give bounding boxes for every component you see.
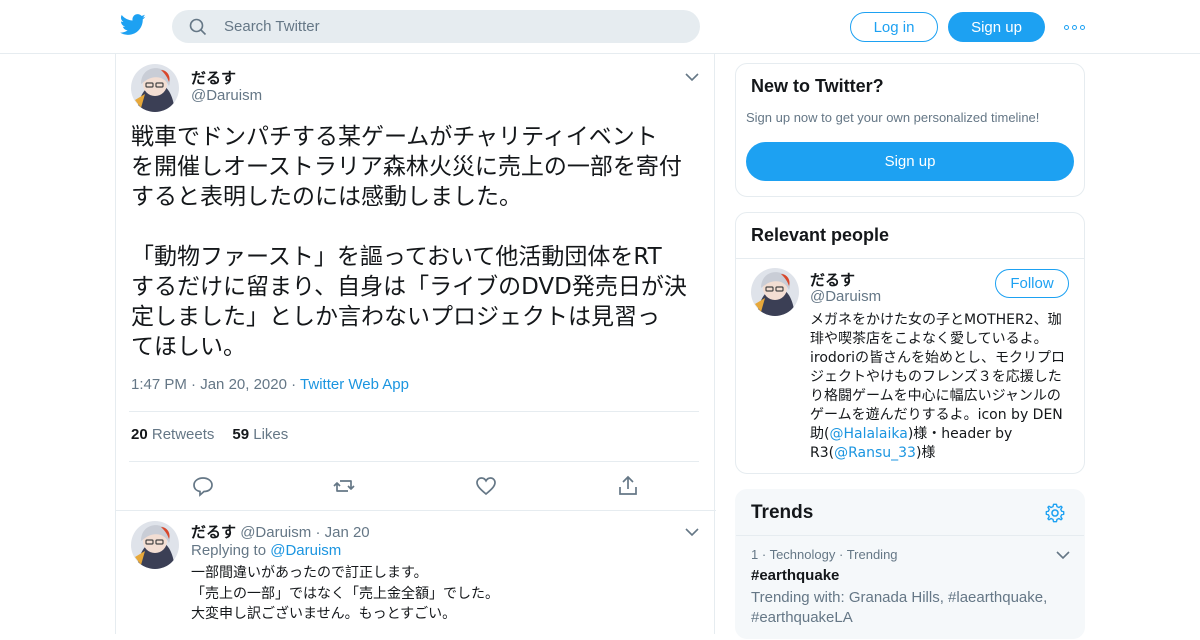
replying-to-link[interactable]: @Daruism <box>270 542 341 559</box>
trend-hashtag[interactable]: #earthquake <box>751 567 839 584</box>
main-column: だるす @Daruism 戦車でドンパチする某ゲームがチャリティイベント を開催… <box>115 54 716 634</box>
trend-rank: 1 <box>751 547 759 562</box>
tweet-author-handle[interactable]: @Daruism <box>191 87 262 104</box>
card-title: Relevant people <box>751 225 890 245</box>
likes-stat[interactable]: 59 Likes <box>232 426 288 443</box>
reply-icon[interactable] <box>191 474 215 498</box>
search-bar[interactable] <box>172 10 700 43</box>
separator: · <box>838 547 847 562</box>
card-subtitle: Sign up now to get your own personalized… <box>746 110 1040 125</box>
card-title: Trends <box>751 502 814 523</box>
trends-card: Trends 1 · Technology · Trending #earthq… <box>735 489 1085 639</box>
twitter-logo-icon[interactable] <box>120 14 146 36</box>
bio-text: メガネをかけた女の子とMOTHER2、珈琲や喫茶店をこよなく愛しているよ。iro… <box>810 312 1066 442</box>
person-name[interactable]: だるす <box>810 269 855 290</box>
tweet-stats: 20 Retweets 59 Likes <box>131 426 288 443</box>
replying-label: Replying to <box>191 542 267 559</box>
like-icon[interactable] <box>474 474 498 498</box>
avatar[interactable] <box>131 64 179 112</box>
retweets-count: 20 <box>131 426 148 443</box>
likes-count: 59 <box>232 426 250 443</box>
signup-button[interactable]: Sign up <box>948 12 1045 42</box>
tweet-author-name[interactable]: だるす <box>191 67 236 88</box>
search-input[interactable] <box>224 18 664 35</box>
new-to-twitter-card: New to Twitter? Sign up now to get your … <box>735 63 1085 197</box>
chevron-down-icon[interactable] <box>1056 550 1070 560</box>
divider <box>736 535 1084 536</box>
bio-text: )様 <box>915 445 936 461</box>
trend-category: Technology <box>769 547 836 562</box>
trend-related: Trending with: Granada Hills, #laearthqu… <box>751 589 1048 626</box>
retweets-stat[interactable]: 20 Retweets <box>131 426 214 443</box>
signup-card-button[interactable]: Sign up <box>746 142 1074 181</box>
follow-button[interactable]: Follow <box>995 269 1069 298</box>
separator: · <box>191 376 201 393</box>
divider <box>129 411 699 412</box>
retweets-label: Retweets <box>151 426 215 443</box>
likes-label: Likes <box>253 426 289 443</box>
tweet-date[interactable]: Jan 20, 2020 <box>200 376 287 393</box>
avatar[interactable] <box>131 521 179 569</box>
reply-author-name[interactable]: だるす <box>191 523 236 541</box>
reply-author-handle[interactable]: @Daruism <box>240 524 311 541</box>
search-icon <box>172 18 224 36</box>
divider <box>129 461 699 462</box>
chevron-down-icon[interactable] <box>685 527 699 537</box>
trend-status: Trending <box>846 547 898 562</box>
reply-tweet[interactable]: だるす @Daruism · Jan 20 Replying to @Darui… <box>116 510 716 640</box>
reply-header: だるす @Daruism · Jan 20 <box>191 521 370 542</box>
replying-to: Replying to @Daruism <box>191 542 341 559</box>
separator: · <box>315 524 325 541</box>
separator: · <box>291 376 301 393</box>
tweet-actions <box>116 474 716 498</box>
more-icon[interactable] <box>1064 20 1086 34</box>
tweet-timestamp: 1:47 PM · Jan 20, 2020 · Twitter Web App <box>131 376 409 393</box>
reply-date[interactable]: Jan 20 <box>325 524 370 541</box>
trend-meta: 1 · Technology · Trending <box>751 547 898 562</box>
settings-gear-icon[interactable] <box>1044 502 1066 524</box>
login-button[interactable]: Log in <box>850 12 938 42</box>
tweet-text: 戦車でドンパチする某ゲームがチャリティイベント を開催しオーストラリア森林火災に… <box>131 124 687 360</box>
chevron-down-icon[interactable] <box>685 72 699 82</box>
tweet-source-link[interactable]: Twitter Web App <box>300 376 409 393</box>
divider <box>736 258 1084 259</box>
bio-link-ransu[interactable]: @Ransu_33 <box>834 445 916 461</box>
share-icon[interactable] <box>616 474 640 498</box>
relevant-people-card: Relevant people だるす @Daruism Follow メガネを… <box>735 212 1085 474</box>
person-handle[interactable]: @Daruism <box>810 288 881 305</box>
top-bar: Log in Sign up <box>0 0 1200 54</box>
retweet-icon[interactable] <box>332 474 356 498</box>
avatar[interactable] <box>751 268 799 316</box>
person-bio: メガネをかけた女の子とMOTHER2、珈琲や喫茶店をこよなく愛しているよ。iro… <box>810 311 1072 463</box>
tweet-time[interactable]: 1:47 PM <box>131 376 187 393</box>
reply-text: 一部間違いがあったので訂正します。 「売上の一部」ではなく「売上金全額」でした。… <box>191 565 499 622</box>
card-title: New to Twitter? <box>751 76 884 96</box>
bio-link-halalaika[interactable]: @Halalaika <box>829 426 907 442</box>
separator: · <box>761 547 770 562</box>
